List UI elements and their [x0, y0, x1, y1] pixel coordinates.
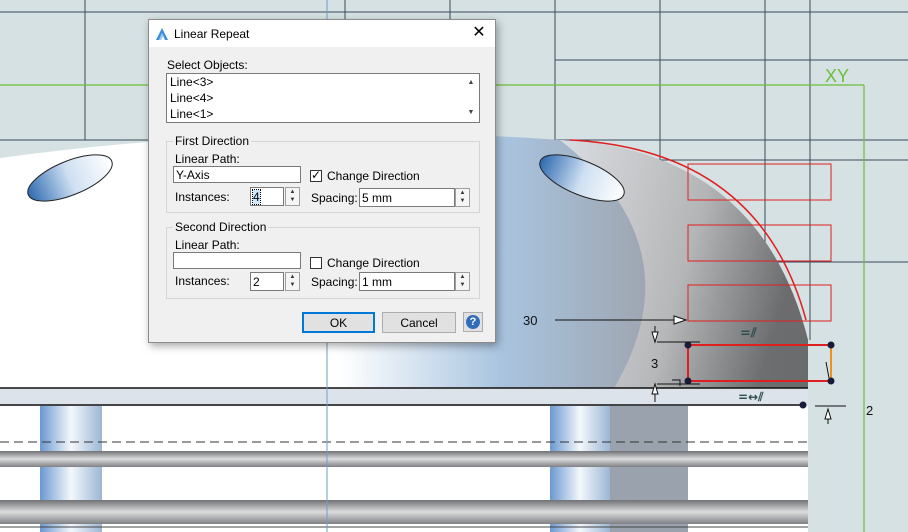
second-linear-path-input[interactable] [173, 252, 301, 269]
objects-listbox[interactable]: Line<3> Line<4> Line<1> ▲ ▼ [166, 73, 480, 123]
checkmark-icon: ✓ [311, 168, 322, 182]
close-icon[interactable]: ✕ [469, 24, 489, 42]
first-spacing-stepper[interactable]: ▲ ▼ [455, 188, 470, 207]
second-spacing-stepper[interactable]: ▲ ▼ [455, 272, 470, 291]
second-change-direction-label: Change Direction [327, 256, 420, 270]
first-instances-label: Instances: [175, 190, 230, 204]
help-icon: ? [466, 315, 480, 329]
dialog-title: Linear Repeat [174, 27, 250, 41]
dialog-titlebar[interactable]: Linear Repeat ✕ [149, 20, 495, 47]
list-item[interactable]: Line<3> [170, 75, 213, 89]
second-spacing-input[interactable]: 1 mm [359, 272, 455, 291]
help-button[interactable]: ? [463, 312, 483, 332]
select-objects-label: Select Objects: [167, 58, 248, 72]
stepper-down-icon[interactable]: ▼ [456, 197, 469, 205]
stepper-down-icon[interactable]: ▼ [286, 281, 299, 289]
cancel-button[interactable]: Cancel [382, 312, 456, 333]
linear-repeat-dialog[interactable]: Linear Repeat ✕ Select Objects: Line<3> … [148, 19, 496, 343]
scroll-down-icon[interactable]: ▼ [466, 109, 476, 117]
list-item[interactable]: Line<4> [170, 91, 213, 105]
parallel-constraint[interactable]: =⫽ [740, 326, 757, 341]
stepper-down-icon[interactable]: ▼ [286, 196, 299, 204]
first-instances-stepper[interactable]: ▲ ▼ [285, 187, 300, 206]
distance-constraint[interactable]: =↔⫽ [738, 390, 764, 404]
list-item[interactable]: Line<1> [170, 107, 213, 121]
second-direction-title: Second Direction [173, 220, 269, 234]
stepper-up-icon[interactable]: ▲ [286, 188, 299, 196]
rail-2 [0, 500, 808, 524]
app-logo-icon [156, 28, 168, 40]
dimension-3-label[interactable]: 3 [651, 356, 658, 371]
first-spacing-label: Spacing: [311, 191, 358, 205]
stepper-up-icon[interactable]: ▲ [456, 189, 469, 197]
second-linear-path-label: Linear Path: [175, 238, 240, 252]
first-linear-path-input[interactable]: Y-Axis [173, 166, 301, 183]
scroll-up-icon[interactable]: ▲ [466, 79, 476, 87]
stepper-up-icon[interactable]: ▲ [286, 273, 299, 281]
axis-label: XY [825, 66, 849, 86]
second-instances-stepper[interactable]: ▲ ▼ [285, 272, 300, 291]
second-instances-input[interactable]: 2 [250, 272, 284, 291]
ok-button[interactable]: OK [302, 312, 375, 333]
second-change-direction-checkbox[interactable] [310, 257, 322, 269]
first-instances-input[interactable]: 4 [250, 187, 284, 206]
dimension-30-label[interactable]: 30 [523, 313, 537, 328]
second-instances-label: Instances: [175, 274, 230, 288]
first-change-direction-checkbox[interactable]: ✓ [310, 168, 322, 182]
first-linear-path-label: Linear Path: [175, 152, 240, 166]
bar-top [0, 388, 808, 406]
stepper-up-icon[interactable]: ▲ [456, 273, 469, 281]
dimension-2-label[interactable]: 2 [866, 403, 873, 418]
stepper-down-icon[interactable]: ▼ [456, 281, 469, 289]
first-direction-title: First Direction [173, 134, 252, 148]
rail-1 [0, 451, 808, 467]
first-spacing-input[interactable]: 5 mm [359, 188, 455, 207]
second-spacing-label: Spacing: [311, 275, 358, 289]
first-change-direction-label: Change Direction [327, 169, 420, 183]
